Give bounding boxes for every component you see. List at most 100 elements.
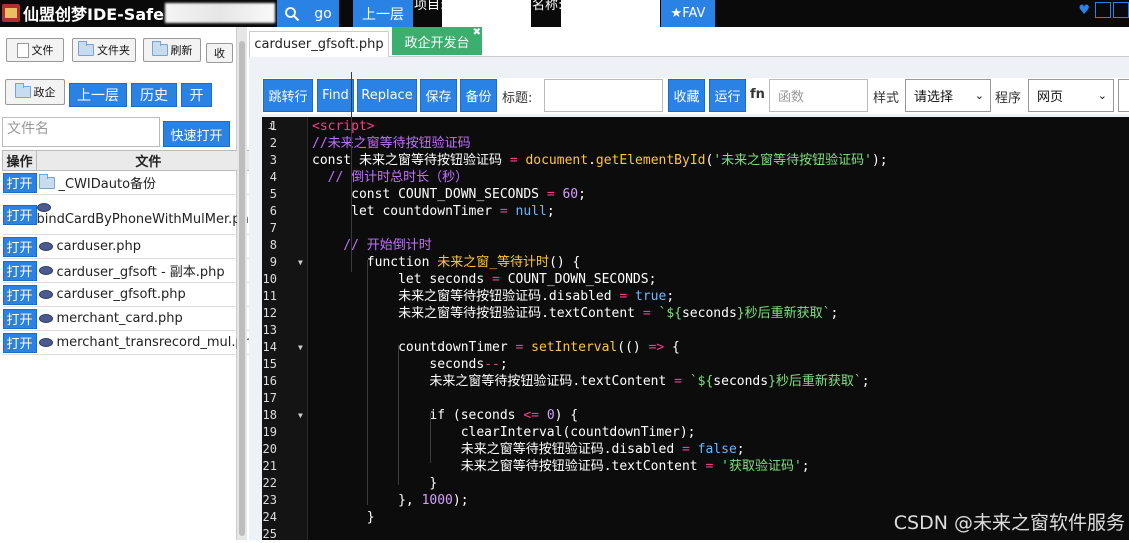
collect-button[interactable]: 收藏 (668, 79, 705, 112)
new-folder-button[interactable]: 文件夹 (72, 38, 136, 62)
code-line[interactable]: } (312, 475, 437, 492)
file-entry[interactable]: carduser_gfsoft - 副本.php (37, 261, 261, 280)
file-entry[interactable]: bindCardByPhoneWithMulMer.php (36, 202, 261, 227)
code-line[interactable]: // 开始倒计时 (312, 237, 432, 254)
sidebar-scrollbar[interactable] (237, 27, 247, 540)
heart-icon[interactable]: ♥ (1078, 3, 1090, 18)
file-row-op: 打开 (2, 234, 37, 259)
fold-arrow-icon[interactable]: ▼ (298, 339, 303, 356)
code-line[interactable]: if (seconds <= 0) { (312, 407, 578, 424)
code-token: countdownTimer (312, 340, 516, 355)
tab-carduser-gfsoft[interactable]: carduser_gfsoft.php (249, 31, 389, 57)
code-line[interactable]: <script> (312, 118, 375, 135)
line-number: 4 (269, 170, 277, 184)
file-row[interactable]: 打开 carduser_gfsoft - 副本.php (2, 258, 261, 283)
tab-zhengqi-dev[interactable]: 政企开发台 ✖ (392, 27, 482, 55)
file-entry[interactable]: _CWIDauto备份 (37, 173, 261, 192)
code-line[interactable]: // 倒计时总时长（秒） (312, 169, 469, 186)
file-row[interactable]: 打开 carduser_gfsoft.php (2, 282, 261, 307)
code-line[interactable]: 未来之窗等待按钮验证码.textContent = `${seconds}秒后重… (312, 373, 869, 390)
code-line[interactable]: clearInterval(countdownTimer); (312, 424, 696, 441)
fold-arrow-icon[interactable]: ▼ (298, 407, 303, 424)
file-row-name[interactable]: merchant_transrecord_mul.php (36, 330, 261, 355)
file-open-button[interactable]: 打开 (2, 308, 37, 329)
code-token: countdownTimer (382, 204, 500, 219)
file-open-button[interactable]: 打开 (2, 284, 37, 305)
quick-open-button[interactable]: 快速打开 (163, 121, 230, 147)
program-label: 程序 (995, 91, 1022, 106)
code-token: 1000 (421, 493, 453, 508)
file-open-button[interactable]: 打开 (2, 204, 37, 225)
line-number: 20 (262, 442, 277, 456)
code-editor[interactable]: i 1 2 3 4 5 6 7 8 9 ▼ 10 11 12 13 14 ▼ 15 16 17 18 ▼ 19 20 21 22… (262, 72, 1129, 541)
search-icon[interactable] (277, 0, 307, 27)
fav-button[interactable]: ★FAV (661, 0, 715, 27)
file-entry[interactable]: carduser.php (37, 239, 261, 254)
refresh-button[interactable]: 刷新 (143, 38, 201, 62)
sidebar-scroll-thumb[interactable] (239, 41, 245, 536)
file-entry[interactable]: carduser_gfsoft.php (37, 287, 261, 302)
sidebar-up-level-button[interactable]: 上一层 (69, 83, 127, 107)
history-button[interactable]: 历史 (131, 83, 177, 107)
collapse-button[interactable]: 收 (206, 43, 233, 63)
file-row[interactable]: 打开 merchant_transrecord_mul.php (2, 330, 261, 355)
go-button[interactable]: go (307, 0, 339, 27)
code-line[interactable]: let countdownTimer = null; (312, 203, 555, 220)
code-line[interactable]: seconds--; (312, 356, 507, 373)
file-row-name[interactable]: bindCardByPhoneWithMulMer.php (36, 194, 261, 235)
fold-arrow-icon[interactable]: ▼ (298, 254, 303, 271)
find-button[interactable]: Find (317, 79, 354, 112)
open-button[interactable]: 开 (181, 83, 212, 107)
code-line[interactable]: 未来之窗等待按钮验证码.disabled = false; (312, 441, 745, 458)
window-icon[interactable] (1095, 2, 1111, 18)
code-line[interactable]: 未来之窗等待按钮验证码.textContent = '获取验证码'; (312, 458, 810, 475)
project-input[interactable] (442, 0, 531, 27)
file-entry[interactable]: merchant_card.php (37, 311, 261, 326)
file-open-button[interactable]: 打开 (2, 236, 37, 257)
code-token: (() (617, 340, 649, 355)
close-icon[interactable]: ✖ (473, 27, 481, 38)
line-number: 9 (269, 255, 277, 269)
code-line[interactable]: const 未来之窗等待按钮验证码 = document.getElementB… (312, 152, 888, 169)
file-row-name[interactable]: _CWIDauto备份 (36, 170, 261, 195)
file-name: bindCardByPhoneWithMulMer.php (36, 211, 257, 227)
program-select[interactable]: 网页 ⌄ (1028, 79, 1114, 112)
style-select[interactable]: 请选择 ⌄ (905, 79, 991, 112)
save-button[interactable]: 保存 (420, 79, 457, 112)
file-open-button[interactable]: 打开 (2, 260, 37, 281)
file-row[interactable]: 打开 _CWIDauto备份 (2, 170, 261, 195)
filename-input[interactable]: 文件名 (2, 117, 160, 147)
file-row-name[interactable]: carduser.php (36, 234, 261, 259)
file-row[interactable]: 打开 merchant_card.php (2, 306, 261, 331)
code-line[interactable]: const COUNT_DOWN_SECONDS = 60; (312, 186, 586, 203)
code-line[interactable]: function 未来之窗_等待计时() { (312, 254, 581, 271)
zhengqi-button[interactable]: 政企 (5, 79, 65, 105)
goto-line-button[interactable]: 跳转行 (263, 79, 313, 112)
code-line[interactable]: 未来之窗等待按钮验证码.textContent = `${seconds}秒后重… (312, 305, 838, 322)
new-file-button[interactable]: 文件 (6, 38, 64, 62)
title-input[interactable] (544, 79, 663, 112)
code-line[interactable]: }, 1000); (312, 492, 468, 509)
file-row-name[interactable]: merchant_card.php (36, 306, 261, 331)
file-open-button[interactable]: 打开 (2, 172, 37, 193)
code-line[interactable]: //未来之窗等待按钮验证码 (312, 135, 471, 152)
window-icon-2[interactable] (1113, 2, 1129, 18)
file-open-button[interactable]: 打开 (2, 332, 37, 353)
file-row[interactable]: 打开 carduser.php (2, 234, 261, 259)
code-line[interactable]: } (312, 509, 375, 526)
extra-select[interactable] (1118, 79, 1129, 112)
code-line[interactable]: let seconds = COUNT_DOWN_SECONDS; (312, 271, 656, 288)
top-up-level-button[interactable]: 上一层 (353, 0, 413, 27)
editor-toolbar: 跳转行 Find Replace 保存 备份 标题: 收藏 运行 fn 函数 样… (262, 78, 1129, 114)
replace-button[interactable]: Replace (357, 79, 417, 112)
file-row-name[interactable]: carduser_gfsoft - 副本.php (36, 258, 261, 283)
file-row-name[interactable]: carduser_gfsoft.php (36, 282, 261, 307)
code-token: = (509, 153, 526, 168)
run-button[interactable]: 运行 (709, 79, 746, 112)
file-row[interactable]: 打开 bindCardByPhoneWithMulMer.php (2, 194, 261, 235)
file-entry[interactable]: merchant_transrecord_mul.php (37, 335, 260, 350)
function-input[interactable]: 函数 (769, 79, 868, 112)
name-input[interactable] (561, 0, 660, 27)
backup-button[interactable]: 备份 (460, 79, 497, 112)
line-number: 21 (262, 459, 277, 473)
